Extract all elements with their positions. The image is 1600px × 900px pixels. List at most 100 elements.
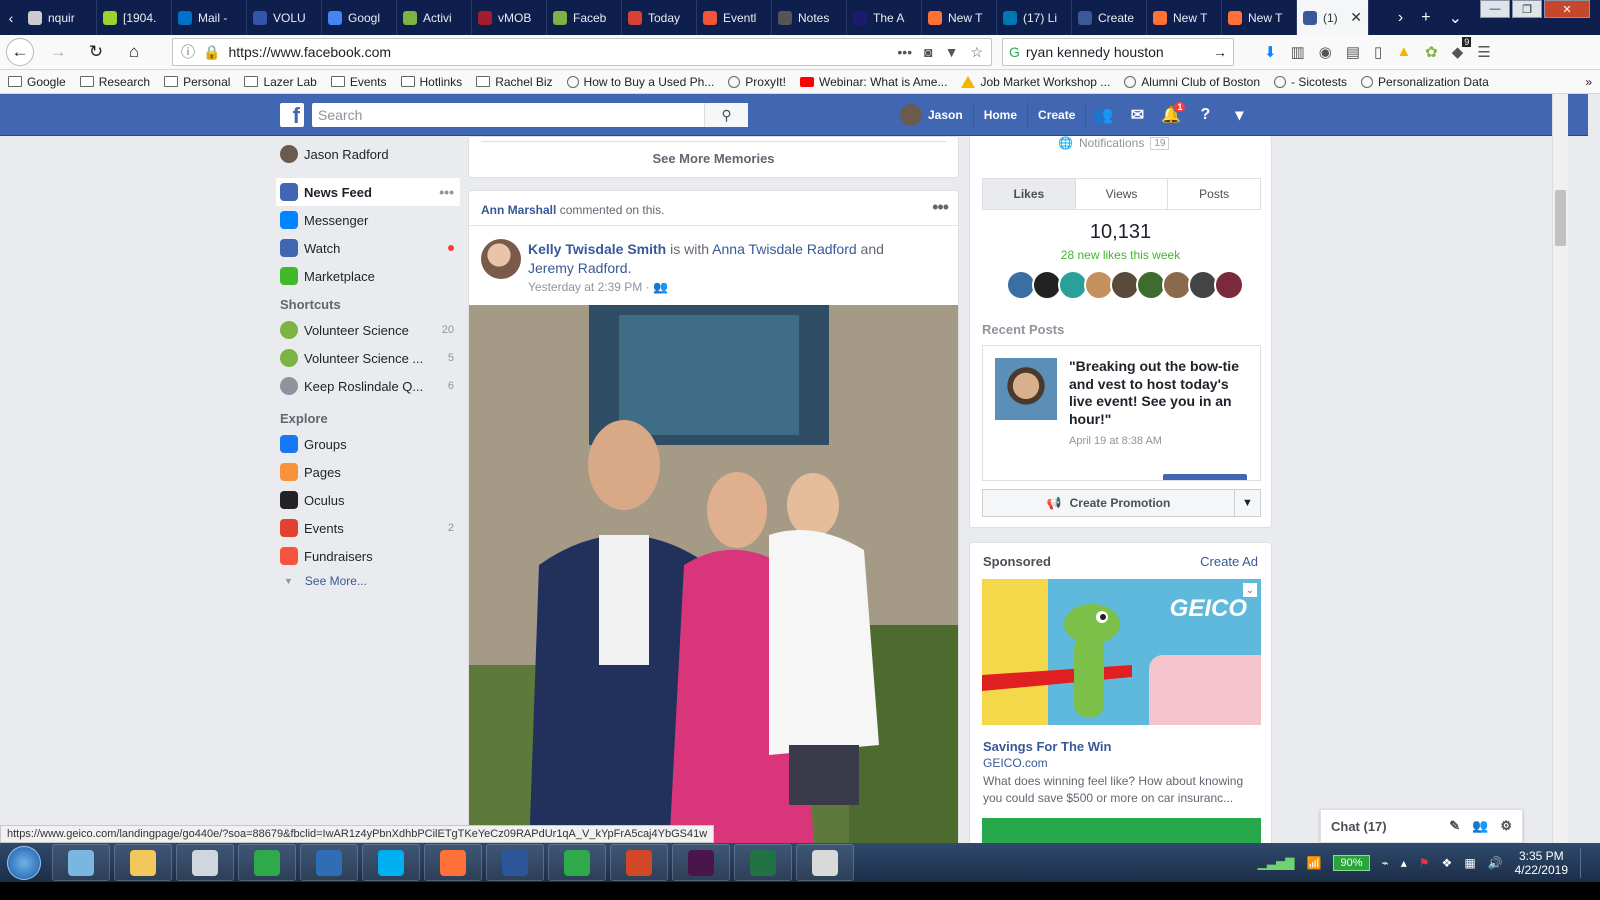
taskbar-word-app[interactable] — [486, 844, 544, 881]
messenger-icon[interactable]: ✉ — [1120, 105, 1154, 125]
dropbox-icon[interactable]: ❖ — [1442, 856, 1453, 870]
search-query[interactable]: ryan kennedy houston — [1026, 44, 1207, 60]
taskbar-paint-app[interactable] — [796, 844, 854, 881]
new-tab-icon[interactable]: + — [1421, 9, 1430, 27]
bookmark-item[interactable]: Rachel Biz — [476, 75, 553, 89]
search-bar[interactable]: G ryan kennedy houston → — [1002, 38, 1234, 66]
browser-tab[interactable]: New T — [1147, 0, 1222, 35]
bookmark-item[interactable]: Personalization Data — [1361, 75, 1489, 89]
library-icon[interactable]: ▥ — [1291, 43, 1305, 61]
address-bar[interactable]: ⓘ 🔒 https://www.facebook.com ••• ◙ ▼ ☆ — [172, 38, 992, 66]
home-button[interactable]: ⌂ — [120, 38, 148, 66]
volume-icon[interactable]: 🔊 — [1488, 856, 1503, 870]
browser-tab[interactable]: The A — [847, 0, 922, 35]
create-promotion-button[interactable]: 📢 Create Promotion — [983, 496, 1234, 510]
browser-tab[interactable]: Notes — [772, 0, 847, 35]
browser-tab[interactable]: nquir — [22, 0, 97, 35]
browser-tab[interactable]: Today — [622, 0, 697, 35]
bookmark-item[interactable]: Lazer Lab — [244, 75, 317, 89]
network-icon[interactable]: ▦ — [1464, 856, 1475, 870]
bookmark-item[interactable]: Alumni Club of Boston — [1124, 75, 1260, 89]
bookmark-star-icon[interactable]: ☆ — [970, 44, 983, 61]
search-go-icon[interactable]: → — [1213, 44, 1227, 60]
browser-tab[interactable]: VOLU — [247, 0, 322, 35]
back-button[interactable]: ← — [6, 38, 34, 66]
friend-requests-icon[interactable]: 👥 — [1086, 105, 1120, 125]
account-menu-chevron-icon[interactable]: ▾ — [1222, 105, 1256, 125]
taskbar-firefox-app[interactable] — [424, 844, 482, 881]
bookmark-item[interactable]: ProxyIt! — [728, 75, 786, 89]
promotion-dropdown-icon[interactable]: ▼ — [1234, 490, 1260, 516]
tagged-person-link[interactable]: Anna Twisdale Radford — [712, 241, 857, 257]
sidebar-item-messenger[interactable]: Messenger — [276, 206, 460, 234]
forward-button[interactable]: → — [44, 38, 72, 66]
tab-list-chevron-icon[interactable]: ⌄ — [1449, 8, 1462, 28]
reader-icon[interactable]: ▯ — [1374, 43, 1382, 61]
taskbar-slack-app[interactable] — [672, 844, 730, 881]
browser-tab[interactable]: Create — [1072, 0, 1147, 35]
post-photo[interactable] — [469, 305, 958, 849]
bookmark-item[interactable]: Job Market Workshop ... — [961, 75, 1110, 89]
signal-bars-icon[interactable]: ▁▃▅▇ — [1258, 856, 1295, 870]
browser-tab[interactable]: Activi — [397, 0, 472, 35]
tagged-person-link[interactable]: Jeremy Radford. — [528, 260, 631, 276]
browser-tab[interactable]: (17) Li — [997, 0, 1072, 35]
tab-active-facebook[interactable]: (1) ✕ — [1297, 0, 1369, 35]
group-chat-icon[interactable]: 👥 — [1472, 818, 1488, 834]
sidebar-item-news-feed[interactable]: News Feed ••• — [276, 178, 460, 206]
boost-button[interactable] — [1163, 474, 1247, 480]
help-icon[interactable]: ? — [1188, 106, 1222, 124]
taskbar-r-app[interactable] — [300, 844, 358, 881]
profile-row[interactable]: Jason Radford — [276, 140, 460, 168]
pocket-icon[interactable]: ◙ — [924, 44, 932, 61]
browser-tab[interactable]: [1904. — [97, 0, 172, 35]
drive-icon[interactable]: ▲ — [1396, 43, 1411, 61]
page-actions-icon[interactable]: ••• — [897, 44, 912, 61]
tab-scroll-left-icon[interactable]: ‹ — [0, 0, 22, 35]
sidebar-item-fundraisers[interactable]: Fundraisers — [276, 542, 460, 570]
restore-window-icon[interactable]: ❐ — [1512, 0, 1542, 18]
timestamp-text[interactable]: Yesterday at 2:39 PM — [528, 280, 642, 294]
extension-icon[interactable]: ✿ — [1425, 43, 1438, 61]
tab-likes[interactable]: Likes — [983, 179, 1076, 209]
home-link[interactable]: Home — [974, 102, 1029, 128]
taskbar-powerpoint-app[interactable] — [610, 844, 668, 881]
battery-indicator[interactable]: 90% — [1333, 854, 1370, 871]
taskbar-excel-app[interactable] — [734, 844, 792, 881]
search-icon[interactable]: ⚲ — [704, 103, 748, 127]
bookmarks-overflow-icon[interactable]: » — [1585, 75, 1592, 89]
author-avatar[interactable] — [481, 239, 521, 279]
url-text[interactable]: https://www.facebook.com — [228, 44, 889, 60]
start-button[interactable] — [0, 843, 48, 882]
sidebar-icon[interactable]: ▤ — [1346, 43, 1360, 61]
page-scrollbar[interactable] — [1552, 94, 1568, 849]
show-hidden-icons-icon[interactable]: ▴ — [1401, 856, 1407, 870]
bookmark-item[interactable]: Hotlinks — [400, 75, 462, 89]
create-ad-link[interactable]: Create Ad — [1200, 554, 1258, 569]
sidebar-item-pages[interactable]: Pages — [276, 458, 460, 486]
tab-views[interactable]: Views — [1076, 179, 1169, 209]
taskbar-skype-app[interactable] — [362, 844, 420, 881]
reload-button[interactable]: ↻ — [82, 38, 110, 66]
profile-link[interactable]: Jason — [890, 102, 974, 128]
activity-actor-link[interactable]: Ann Marshall — [481, 203, 556, 217]
browser-tab[interactable]: vMOB — [472, 0, 547, 35]
power-plug-icon[interactable]: ⌁ — [1382, 856, 1389, 870]
browser-tab[interactable]: Googl — [322, 0, 397, 35]
avatar[interactable] — [1214, 270, 1244, 300]
pocket-save-icon[interactable]: ▼ — [945, 44, 959, 61]
notifications-link[interactable]: 🌐 Notifications 19 — [1058, 136, 1170, 150]
more-options-icon[interactable]: ••• — [439, 184, 460, 200]
create-link[interactable]: Create — [1028, 102, 1087, 128]
minimize-window-icon[interactable]: — — [1480, 0, 1510, 18]
ad-image[interactable]: GEICO ⌄ — [982, 579, 1261, 725]
shortcut-item[interactable]: Volunteer Science ... 5 — [276, 344, 460, 372]
see-more-memories-link[interactable]: See More Memories — [469, 151, 958, 166]
taskbar-loop-app[interactable] — [238, 844, 296, 881]
new-message-icon[interactable]: ✎ — [1449, 818, 1460, 834]
wifi-tower-icon[interactable]: 📶 — [1307, 856, 1322, 870]
scrollbar-thumb[interactable] — [1555, 190, 1566, 246]
facebook-search-box[interactable]: Search ⚲ — [312, 103, 748, 127]
facebook-logo-icon[interactable]: f — [280, 103, 304, 127]
browser-tab[interactable]: Mail - — [172, 0, 247, 35]
